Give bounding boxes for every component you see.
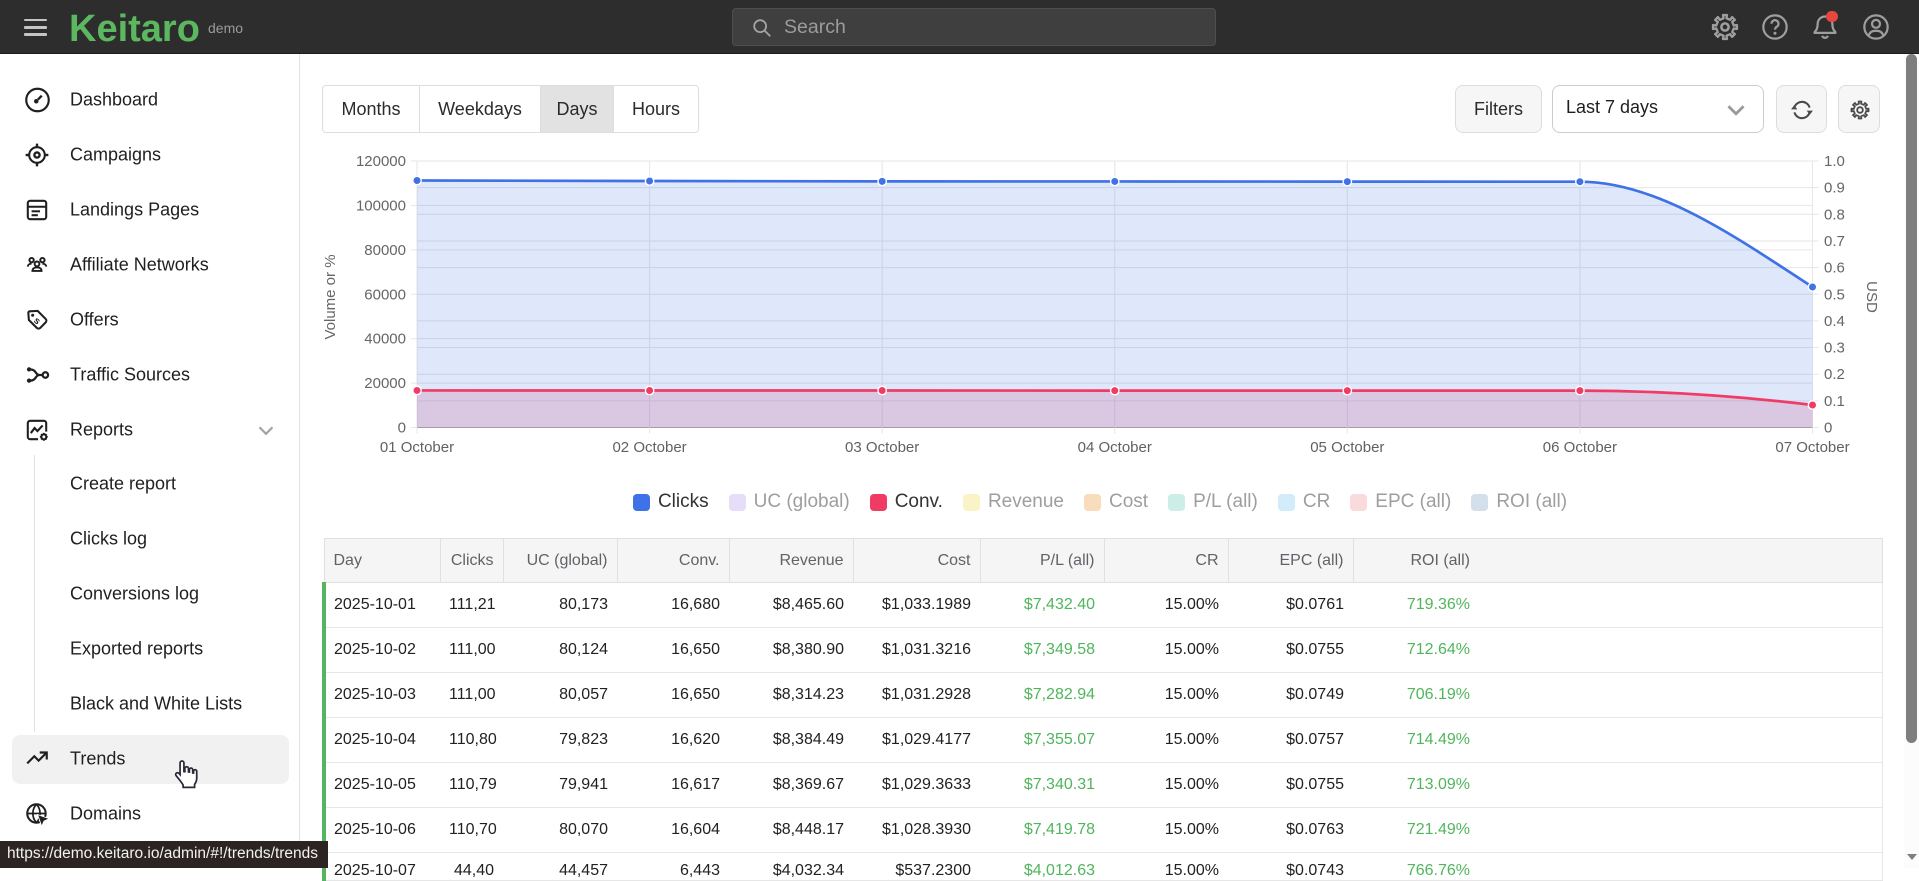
svg-text:01 October: 01 October — [380, 439, 454, 456]
svg-text:0.1: 0.1 — [1824, 393, 1845, 410]
svg-text:0.3: 0.3 — [1824, 340, 1845, 357]
svg-text:80000: 80000 — [364, 242, 406, 259]
svg-text:40000: 40000 — [364, 331, 406, 348]
svg-text:0.6: 0.6 — [1824, 260, 1845, 277]
svg-text:06 October: 06 October — [1543, 439, 1617, 456]
svg-text:04 October: 04 October — [1078, 439, 1152, 456]
svg-text:03 October: 03 October — [845, 439, 919, 456]
svg-text:05 October: 05 October — [1310, 439, 1384, 456]
svg-text:1.0: 1.0 — [1824, 153, 1845, 170]
svg-text:0.8: 0.8 — [1824, 206, 1845, 223]
svg-text:120000: 120000 — [356, 153, 406, 170]
svg-text:02 October: 02 October — [612, 439, 686, 456]
svg-text:07 October: 07 October — [1775, 439, 1849, 456]
svg-text:0.5: 0.5 — [1824, 286, 1845, 303]
svg-text:0.7: 0.7 — [1824, 233, 1845, 250]
svg-text:0: 0 — [398, 420, 406, 437]
svg-text:20000: 20000 — [364, 375, 406, 392]
svg-text:0.9: 0.9 — [1824, 180, 1845, 197]
svg-text:0.2: 0.2 — [1824, 366, 1845, 383]
svg-text:0: 0 — [1824, 420, 1832, 437]
svg-text:Volume or %: Volume or % — [322, 254, 339, 339]
svg-text:60000: 60000 — [364, 286, 406, 303]
svg-text:0.4: 0.4 — [1824, 313, 1845, 330]
svg-text:100000: 100000 — [356, 197, 406, 214]
svg-text:USD: USD — [1863, 281, 1880, 313]
